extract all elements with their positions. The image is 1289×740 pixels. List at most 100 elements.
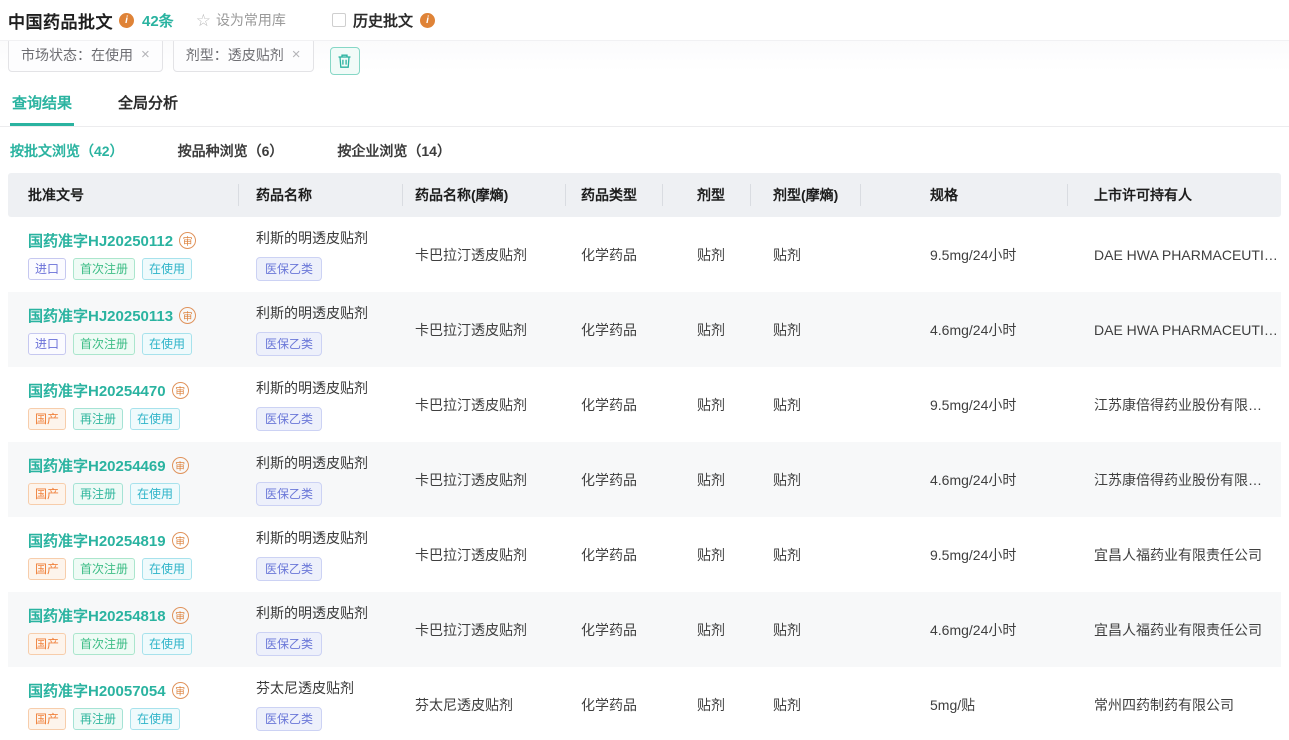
- insurance-tag: 医保乙类: [256, 257, 322, 281]
- spec-cell: 5mg/贴: [860, 695, 1067, 715]
- approval-cell: 国药准字HJ20250113 审进口首次注册在使用: [8, 305, 238, 355]
- insurance-tag: 医保乙类: [256, 557, 322, 581]
- spec-cell: 9.5mg/24小时: [860, 245, 1067, 265]
- column-header: 规格: [860, 185, 1067, 205]
- drug-name-cell: 利斯的明透皮贴剂医保乙类: [238, 528, 402, 581]
- column-header: 药品名称(摩熵): [402, 185, 565, 205]
- tab-active[interactable]: 查询结果: [10, 84, 74, 126]
- approval-line: 国药准字H20254819 审: [28, 530, 238, 551]
- filter-chip[interactable]: 市场状态：在使用×: [8, 40, 163, 72]
- drug-type-cell: 化学药品: [565, 320, 662, 340]
- spec-cell: 9.5mg/24小时: [860, 545, 1067, 565]
- status-tag: 在使用: [130, 408, 180, 430]
- status-tag: 国产: [28, 483, 66, 505]
- tab-inactive[interactable]: 全局分析: [116, 84, 180, 126]
- browse-subtab[interactable]: 按企业浏览（14）: [337, 141, 451, 161]
- drug-name: 利斯的明透皮贴剂: [256, 228, 402, 248]
- holder-cell: 江苏康倍得药业股份有限…: [1067, 470, 1281, 490]
- approval-number-link[interactable]: 国药准字H20254470: [28, 380, 166, 401]
- history-label: 历史批文: [353, 10, 413, 31]
- info-icon[interactable]: i: [119, 13, 134, 28]
- approval-cell: 国药准字H20254819 审国产首次注册在使用: [8, 530, 238, 580]
- approval-line: 国药准字HJ20250113 审: [28, 305, 238, 326]
- review-badge-icon[interactable]: 审: [172, 382, 189, 399]
- browse-subtab[interactable]: 按批文浏览（42）: [10, 141, 124, 161]
- holder-cell: 江苏康倍得药业股份有限…: [1067, 395, 1281, 415]
- status-tag: 首次注册: [73, 633, 135, 655]
- result-count: 42条: [142, 10, 174, 31]
- dosage-form-cell: 贴剂: [662, 470, 750, 490]
- dosage-form-mx-cell: 贴剂: [750, 620, 860, 640]
- approval-number-link[interactable]: 国药准字H20254469: [28, 455, 166, 476]
- history-checkbox[interactable]: [332, 13, 346, 27]
- star-icon: ☆: [196, 12, 211, 29]
- review-badge-icon[interactable]: 审: [172, 532, 189, 549]
- info-icon[interactable]: i: [420, 13, 435, 28]
- spec-cell: 4.6mg/24小时: [860, 620, 1067, 640]
- holder-cell: 宜昌人福药业有限责任公司: [1067, 620, 1281, 640]
- table-body: 国药准字HJ20250112审进口首次注册在使用利斯的明透皮贴剂医保乙类卡巴拉汀…: [8, 217, 1281, 740]
- insurance-tag: 医保乙类: [256, 407, 322, 431]
- column-header: 上市许可持有人: [1067, 185, 1281, 205]
- history-approvals-toggle[interactable]: 历史批文 i: [332, 10, 435, 31]
- holder-cell: 宜昌人福药业有限责任公司: [1067, 545, 1281, 565]
- filter-chip-label: 剂型：透皮贴剂: [186, 45, 284, 65]
- browse-subtab[interactable]: 按品种浏览（6）: [178, 141, 284, 161]
- approval-number-link[interactable]: 国药准字H20254818: [28, 605, 166, 626]
- drug-name: 利斯的明透皮贴剂: [256, 303, 402, 323]
- browse-subtabs: 按批文浏览（42） 按品种浏览（6） 按企业浏览（14）: [0, 141, 1289, 161]
- drug-name-cell: 利斯的明透皮贴剂医保乙类: [238, 303, 402, 356]
- insurance-tag: 医保乙类: [256, 632, 322, 656]
- column-header: 药品名称: [238, 185, 402, 205]
- approval-number-link[interactable]: 国药准字H20254819: [28, 530, 166, 551]
- clear-filters-button[interactable]: [330, 47, 360, 75]
- approval-number-link[interactable]: 国药准字HJ20250112: [28, 230, 173, 251]
- review-badge-icon[interactable]: 审: [172, 682, 189, 699]
- drug-name-mx-cell: 卡巴拉汀透皮贴剂: [402, 320, 565, 340]
- approval-cell: 国药准字HJ20250112审进口首次注册在使用: [8, 230, 238, 280]
- status-tag: 在使用: [142, 333, 192, 355]
- spec-cell: 4.6mg/24小时: [860, 320, 1067, 340]
- filter-bar: 市场状态：在使用× 剂型：透皮贴剂 ×: [0, 40, 1289, 80]
- status-tag: 在使用: [142, 558, 192, 580]
- review-badge-icon[interactable]: 审: [172, 457, 189, 474]
- spec-cell: 9.5mg/24小时: [860, 395, 1067, 415]
- column-header: 剂型(摩熵): [750, 185, 860, 205]
- status-tag: 再注册: [73, 483, 123, 505]
- drug-name: 利斯的明透皮贴剂: [256, 453, 402, 473]
- status-tag: 首次注册: [73, 333, 135, 355]
- trash-icon: [337, 53, 352, 69]
- approval-number-link[interactable]: 国药准字H20057054: [28, 680, 166, 701]
- holder-cell: DAE HWA PHARMACEUTI…: [1067, 247, 1281, 263]
- drug-name-mx-cell: 卡巴拉汀透皮贴剂: [402, 470, 565, 490]
- drug-name-cell: 利斯的明透皮贴剂医保乙类: [238, 378, 402, 431]
- dosage-form-mx-cell: 贴剂: [750, 395, 860, 415]
- top-bar: 中国药品批文 i 42条 ☆ 设为常用库 历史批文 i: [0, 0, 1289, 40]
- dosage-form-cell: 贴剂: [662, 320, 750, 340]
- drug-name: 利斯的明透皮贴剂: [256, 528, 402, 548]
- status-tags: 进口首次注册在使用: [28, 333, 238, 355]
- dosage-form-mx-cell: 贴剂: [750, 470, 860, 490]
- status-tags: 国产再注册在使用: [28, 483, 238, 505]
- approval-number-link[interactable]: 国药准字HJ20250113: [28, 305, 173, 326]
- status-tag: 首次注册: [73, 258, 135, 280]
- drug-type-cell: 化学药品: [565, 470, 662, 490]
- drug-name: 利斯的明透皮贴剂: [256, 378, 402, 398]
- review-badge-icon[interactable]: 审: [179, 307, 196, 324]
- status-tag: 在使用: [142, 633, 192, 655]
- filter-chip[interactable]: 剂型：透皮贴剂 ×: [173, 40, 314, 72]
- status-tag: 国产: [28, 408, 66, 430]
- status-tag: 再注册: [73, 408, 123, 430]
- drug-name-mx-cell: 卡巴拉汀透皮贴剂: [402, 395, 565, 415]
- status-tags: 国产再注册在使用: [28, 708, 238, 730]
- review-badge-icon[interactable]: 审: [172, 607, 189, 624]
- approval-line: 国药准字H20057054 审: [28, 680, 238, 701]
- status-tags: 国产首次注册在使用: [28, 558, 238, 580]
- chip-close-icon[interactable]: ×: [141, 46, 150, 63]
- review-badge-icon[interactable]: 审: [179, 232, 196, 249]
- status-tag: 国产: [28, 633, 66, 655]
- set-common-library-button[interactable]: ☆ 设为常用库: [196, 10, 286, 30]
- drug-name-cell: 芬太尼透皮贴剂医保乙类: [238, 678, 402, 731]
- drug-name: 利斯的明透皮贴剂: [256, 603, 402, 623]
- chip-close-icon[interactable]: ×: [292, 46, 301, 63]
